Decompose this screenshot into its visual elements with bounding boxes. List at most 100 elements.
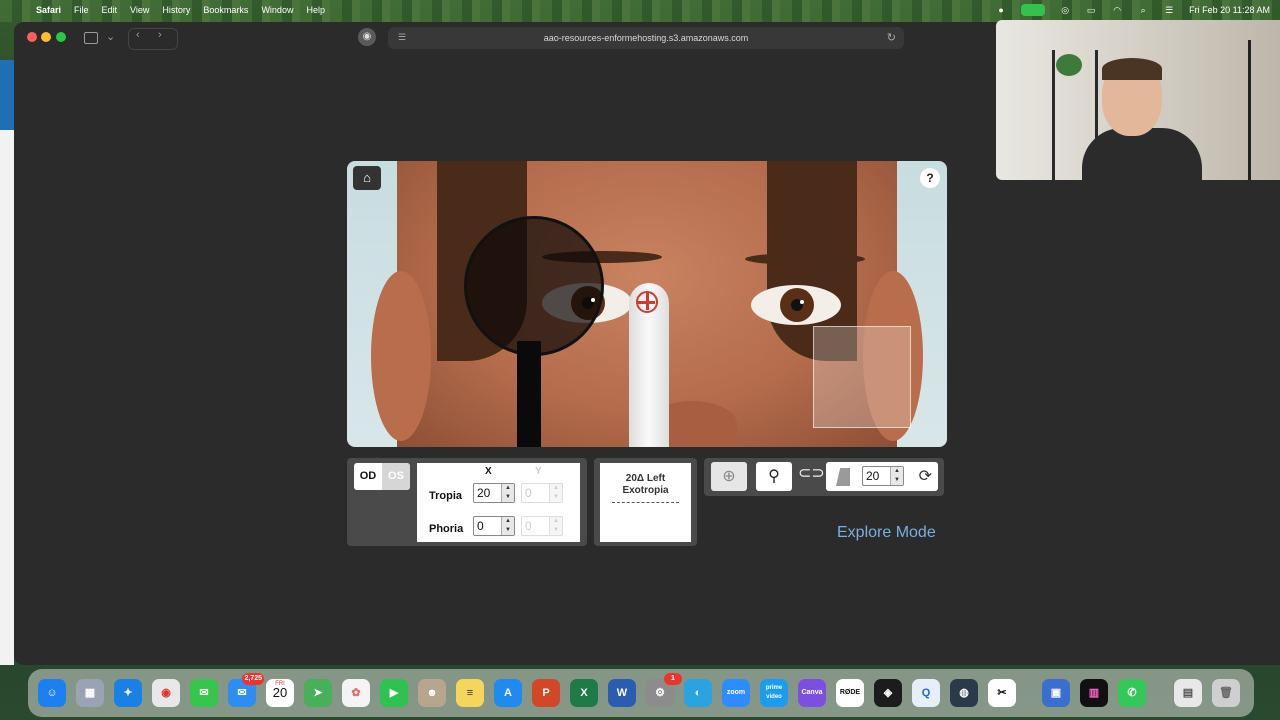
presenter-hair	[1102, 58, 1162, 80]
tropia-x-value[interactable]: 20	[477, 486, 490, 500]
reload-icon[interactable]: ↻	[887, 31, 896, 44]
menu-edit[interactable]: Edit	[102, 5, 118, 15]
zoom-icon[interactable]: zoom	[722, 679, 750, 707]
tropia-x-stepper[interactable]: 20 ▲ ▼	[473, 483, 515, 503]
stepper-arrows-icon[interactable]: ▲ ▼	[890, 467, 903, 485]
link-icon[interactable]: ⊂⊃	[798, 463, 825, 483]
dock: ☺ ▦ ✦ ◉ ✉ ✉ 2,725 FRI 20 ➤ ✿ ▶ ☻ ≡ A P X W…	[28, 669, 1254, 717]
menubar-datetime[interactable]: Fri Feb 20 11:28 AM	[1189, 5, 1270, 15]
tropia-label: Tropia	[429, 490, 463, 502]
prism-power-value[interactable]: 20	[866, 469, 879, 483]
stepper-arrows-icon[interactable]: ▲ ▼	[501, 517, 514, 535]
close-window-button[interactable]	[27, 32, 37, 42]
finder-icon[interactable]: ☺	[38, 679, 66, 707]
zoom-window-button[interactable]	[56, 32, 66, 42]
forward-arrow-icon[interactable]: ›	[158, 29, 162, 41]
help-button[interactable]: ?	[920, 168, 940, 188]
menu-app-safari[interactable]: Safari	[36, 5, 61, 15]
settings-badge: 1	[664, 673, 682, 685]
prism-bar[interactable]	[813, 326, 911, 428]
phoria-x-value[interactable]: 0	[477, 519, 484, 533]
menu-file[interactable]: File	[74, 5, 89, 15]
downloads-stack-icon[interactable]: ▤	[1174, 679, 1202, 707]
system-settings-icon[interactable]: ⚙ 1	[646, 673, 682, 707]
battery-icon[interactable]: ▭	[1085, 5, 1097, 15]
chrome-icon[interactable]: ◉	[152, 679, 180, 707]
quicktime-icon[interactable]: Q	[912, 679, 940, 707]
menu-bookmarks[interactable]: Bookmarks	[203, 5, 248, 15]
home-button[interactable]: ⌂	[353, 166, 381, 190]
stepper-arrows-icon: ▲ ▼	[549, 484, 562, 502]
prime-video-icon[interactable]: prime video	[760, 679, 788, 707]
mail-icon[interactable]: ✉ 2,725	[228, 673, 264, 707]
sidebar-toggle-icon[interactable]	[84, 32, 98, 44]
occluder-tool-button[interactable]: ⚲	[756, 462, 792, 491]
davinci-resolve-icon[interactable]: ◈	[874, 679, 902, 707]
maps-icon[interactable]: ➤	[304, 679, 332, 707]
column-x-header: X	[485, 466, 492, 477]
tools-panel: ⊕ ⚲ ⊂⊃ 20 ▲ ▼ ⟳	[704, 458, 944, 496]
mode-label[interactable]: Explore Mode	[837, 524, 936, 542]
fixation-target-tool-button[interactable]: ⊕	[711, 462, 747, 491]
app-store-icon[interactable]: A	[494, 679, 522, 707]
occluder-paddle[interactable]	[464, 216, 604, 356]
capcut-icon[interactable]: ✂	[988, 679, 1016, 707]
prism-control: 20 ▲ ▼ ⟳	[826, 462, 938, 491]
control-center-icon[interactable]: ☰	[1163, 5, 1175, 15]
chatgpt-icon[interactable]: ◎	[1059, 5, 1071, 15]
app-icon[interactable]: ◐	[684, 679, 712, 707]
camera-in-use-icon[interactable]	[1021, 4, 1046, 16]
prism-icon[interactable]	[836, 468, 850, 486]
eye-od-option[interactable]: OD	[354, 463, 382, 490]
fixation-stick[interactable]	[629, 283, 669, 447]
background-plant	[1056, 54, 1082, 76]
eye-selector-toggle[interactable]: OD OS	[354, 463, 410, 490]
notes-icon[interactable]: ≡	[456, 679, 484, 707]
wifi-icon[interactable]: ◠	[1111, 5, 1123, 15]
chevron-down-icon[interactable]: ⌄	[106, 30, 115, 43]
occluder-handle[interactable]	[517, 341, 541, 447]
prism-power-stepper[interactable]: 20 ▲ ▼	[862, 466, 904, 486]
word-icon[interactable]: W	[608, 679, 636, 707]
stepper-arrows-icon[interactable]: ▲ ▼	[501, 484, 514, 502]
menu-history[interactable]: History	[162, 5, 190, 15]
excel-icon[interactable]: X	[570, 679, 598, 707]
tropia-y-stepper: 0 ▲ ▼	[521, 483, 563, 503]
diagnosis-panel: 20Δ Left Exotropia	[594, 458, 697, 546]
webcam-overlay	[996, 20, 1280, 180]
menu-view[interactable]: View	[130, 5, 149, 15]
app-icon-2[interactable]: ▣	[1042, 679, 1070, 707]
rotate-prism-icon[interactable]: ⟳	[919, 466, 932, 486]
menu-bar: Safari File Edit View History Bookmarks …	[0, 0, 1280, 20]
facetime-icon[interactable]: ▶	[380, 679, 408, 707]
app-icon-3[interactable]: ▥	[1080, 679, 1108, 707]
canva-icon[interactable]: Canva	[798, 679, 826, 707]
occluder-icon: ⚲	[768, 468, 780, 485]
patient-left-eye	[751, 285, 841, 325]
menu-help[interactable]: Help	[306, 5, 325, 15]
url-text[interactable]: aao-resources-enformehosting.s3.amazonaw…	[388, 27, 904, 49]
safari-icon[interactable]: ✦	[114, 679, 142, 707]
rode-icon[interactable]: RØDE	[836, 679, 864, 707]
address-bar[interactable]: ☰ aao-resources-enformehosting.s3.amazon…	[388, 27, 904, 49]
menu-window[interactable]: Window	[261, 5, 293, 15]
trash-icon[interactable]: 🗑	[1212, 679, 1240, 707]
diagnosis-line-2: Exotropia	[622, 485, 669, 496]
launchpad-icon[interactable]: ▦	[76, 679, 104, 707]
phoria-x-stepper[interactable]: 0 ▲ ▼	[473, 516, 515, 536]
contacts-icon[interactable]: ☻	[418, 679, 446, 707]
record-icon[interactable]: ●	[995, 5, 1007, 15]
crosshair-icon: ⊕	[722, 468, 736, 485]
back-arrow-icon[interactable]: ‹	[136, 29, 140, 41]
obs-icon[interactable]: ◍	[950, 679, 978, 707]
calendar-icon[interactable]: FRI 20	[266, 679, 294, 707]
messages-icon[interactable]: ✉	[190, 679, 218, 707]
eye-os-option[interactable]: OS	[382, 463, 410, 490]
eyebrow-left-eye	[745, 253, 865, 265]
minimize-window-button[interactable]	[41, 32, 51, 42]
spotlight-search-icon[interactable]: ⌕	[1137, 5, 1149, 15]
extension-icon[interactable]: ◉	[358, 28, 376, 46]
phone-icon[interactable]: ✆	[1118, 679, 1146, 707]
photos-icon[interactable]: ✿	[342, 679, 370, 707]
powerpoint-icon[interactable]: P	[532, 679, 560, 707]
